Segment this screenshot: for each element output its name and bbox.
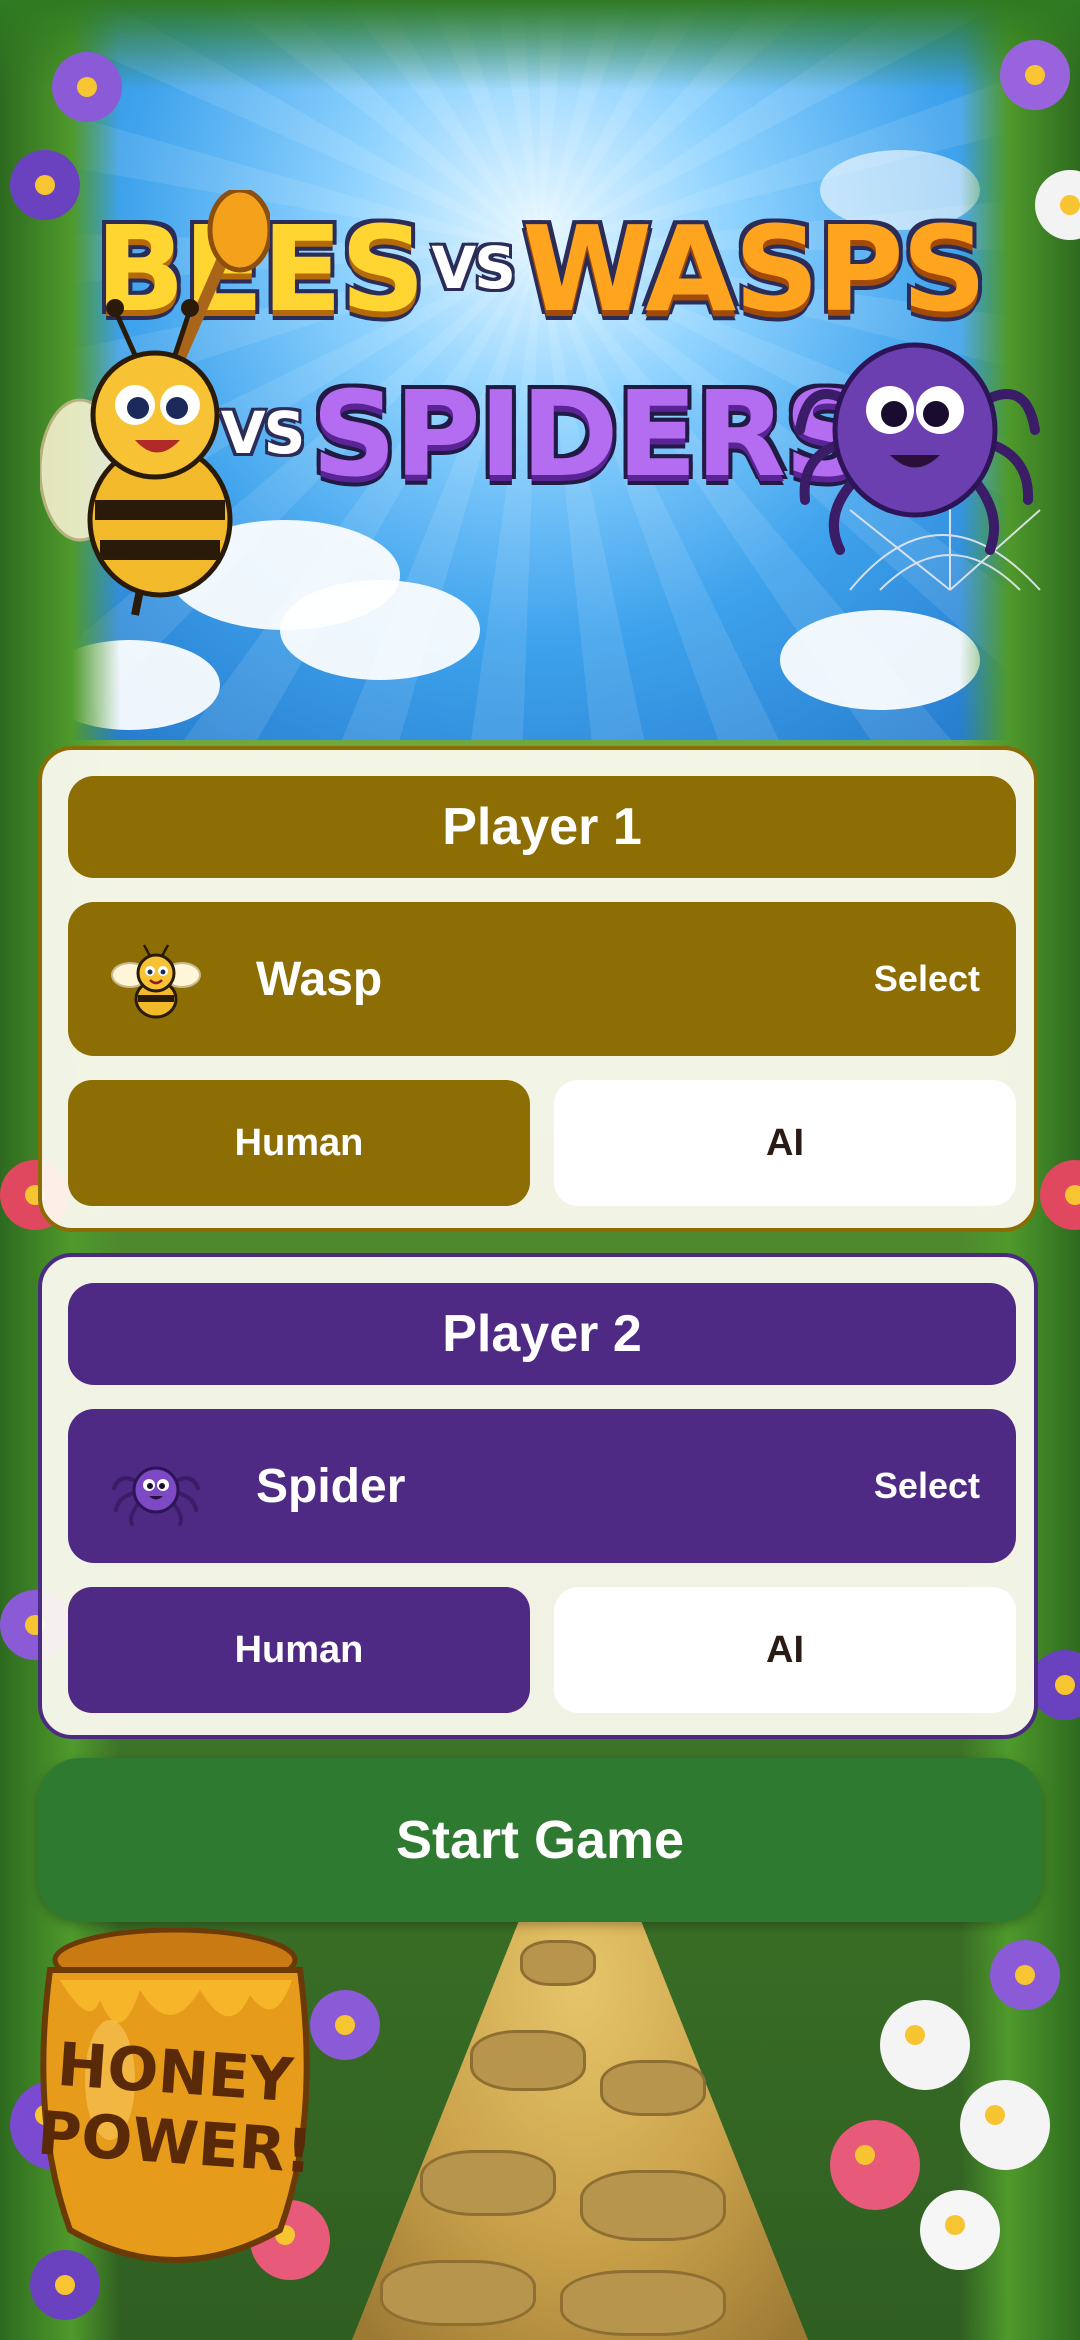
foliage-top [0, 0, 1080, 90]
flower-icon [960, 2080, 1050, 2170]
player2-character-name: Spider [256, 1459, 406, 1513]
start-game-button[interactable]: Start Game [38, 1758, 1042, 1922]
player1-character-name: Wasp [256, 952, 383, 1006]
cloud [780, 610, 980, 710]
flower-icon [52, 52, 122, 122]
path-stone [470, 2030, 586, 2091]
player1-human-button[interactable]: Human [68, 1080, 530, 1206]
flower-icon [1000, 40, 1070, 110]
player2-header: Player 2 [68, 1283, 1016, 1385]
player2-panel: Player 2 Spider Select Human AI [38, 1253, 1038, 1739]
bee-mascot-icon [40, 190, 270, 616]
path-stone [580, 2170, 726, 2241]
flower-icon [990, 1940, 1060, 2010]
cloud [280, 580, 480, 680]
flower-icon [830, 2120, 920, 2210]
player2-ai-button[interactable]: AI [554, 1587, 1016, 1713]
flower-icon [920, 2190, 1000, 2270]
player2-character-select[interactable]: Spider Select [68, 1409, 1016, 1563]
honey-pot-decoration: HONEY POWER! [30, 1920, 320, 2280]
path-stone [380, 2260, 536, 2326]
path-stone [600, 2060, 706, 2116]
title-word-spiders: SPIDERS [311, 365, 869, 503]
spider-icon [112, 1466, 200, 1526]
flower-icon [880, 2000, 970, 2090]
path-stone [560, 2270, 726, 2336]
path-stone [420, 2150, 556, 2216]
player1-panel: Player 1 Wasp Select Human AI [38, 746, 1038, 1232]
bee-icon [111, 944, 201, 1019]
title-vs: VS [431, 234, 516, 302]
player1-header: Player 1 [68, 776, 1016, 878]
player2-select-label: Select [873, 1465, 980, 1506]
player1-character-select[interactable]: Wasp Select [68, 902, 1016, 1056]
player1-select-label: Select [873, 958, 980, 999]
player2-human-button[interactable]: Human [68, 1587, 530, 1713]
spider-mascot-icon [795, 342, 1041, 591]
player1-ai-button[interactable]: AI [554, 1080, 1016, 1206]
path-stone [520, 1940, 596, 1986]
